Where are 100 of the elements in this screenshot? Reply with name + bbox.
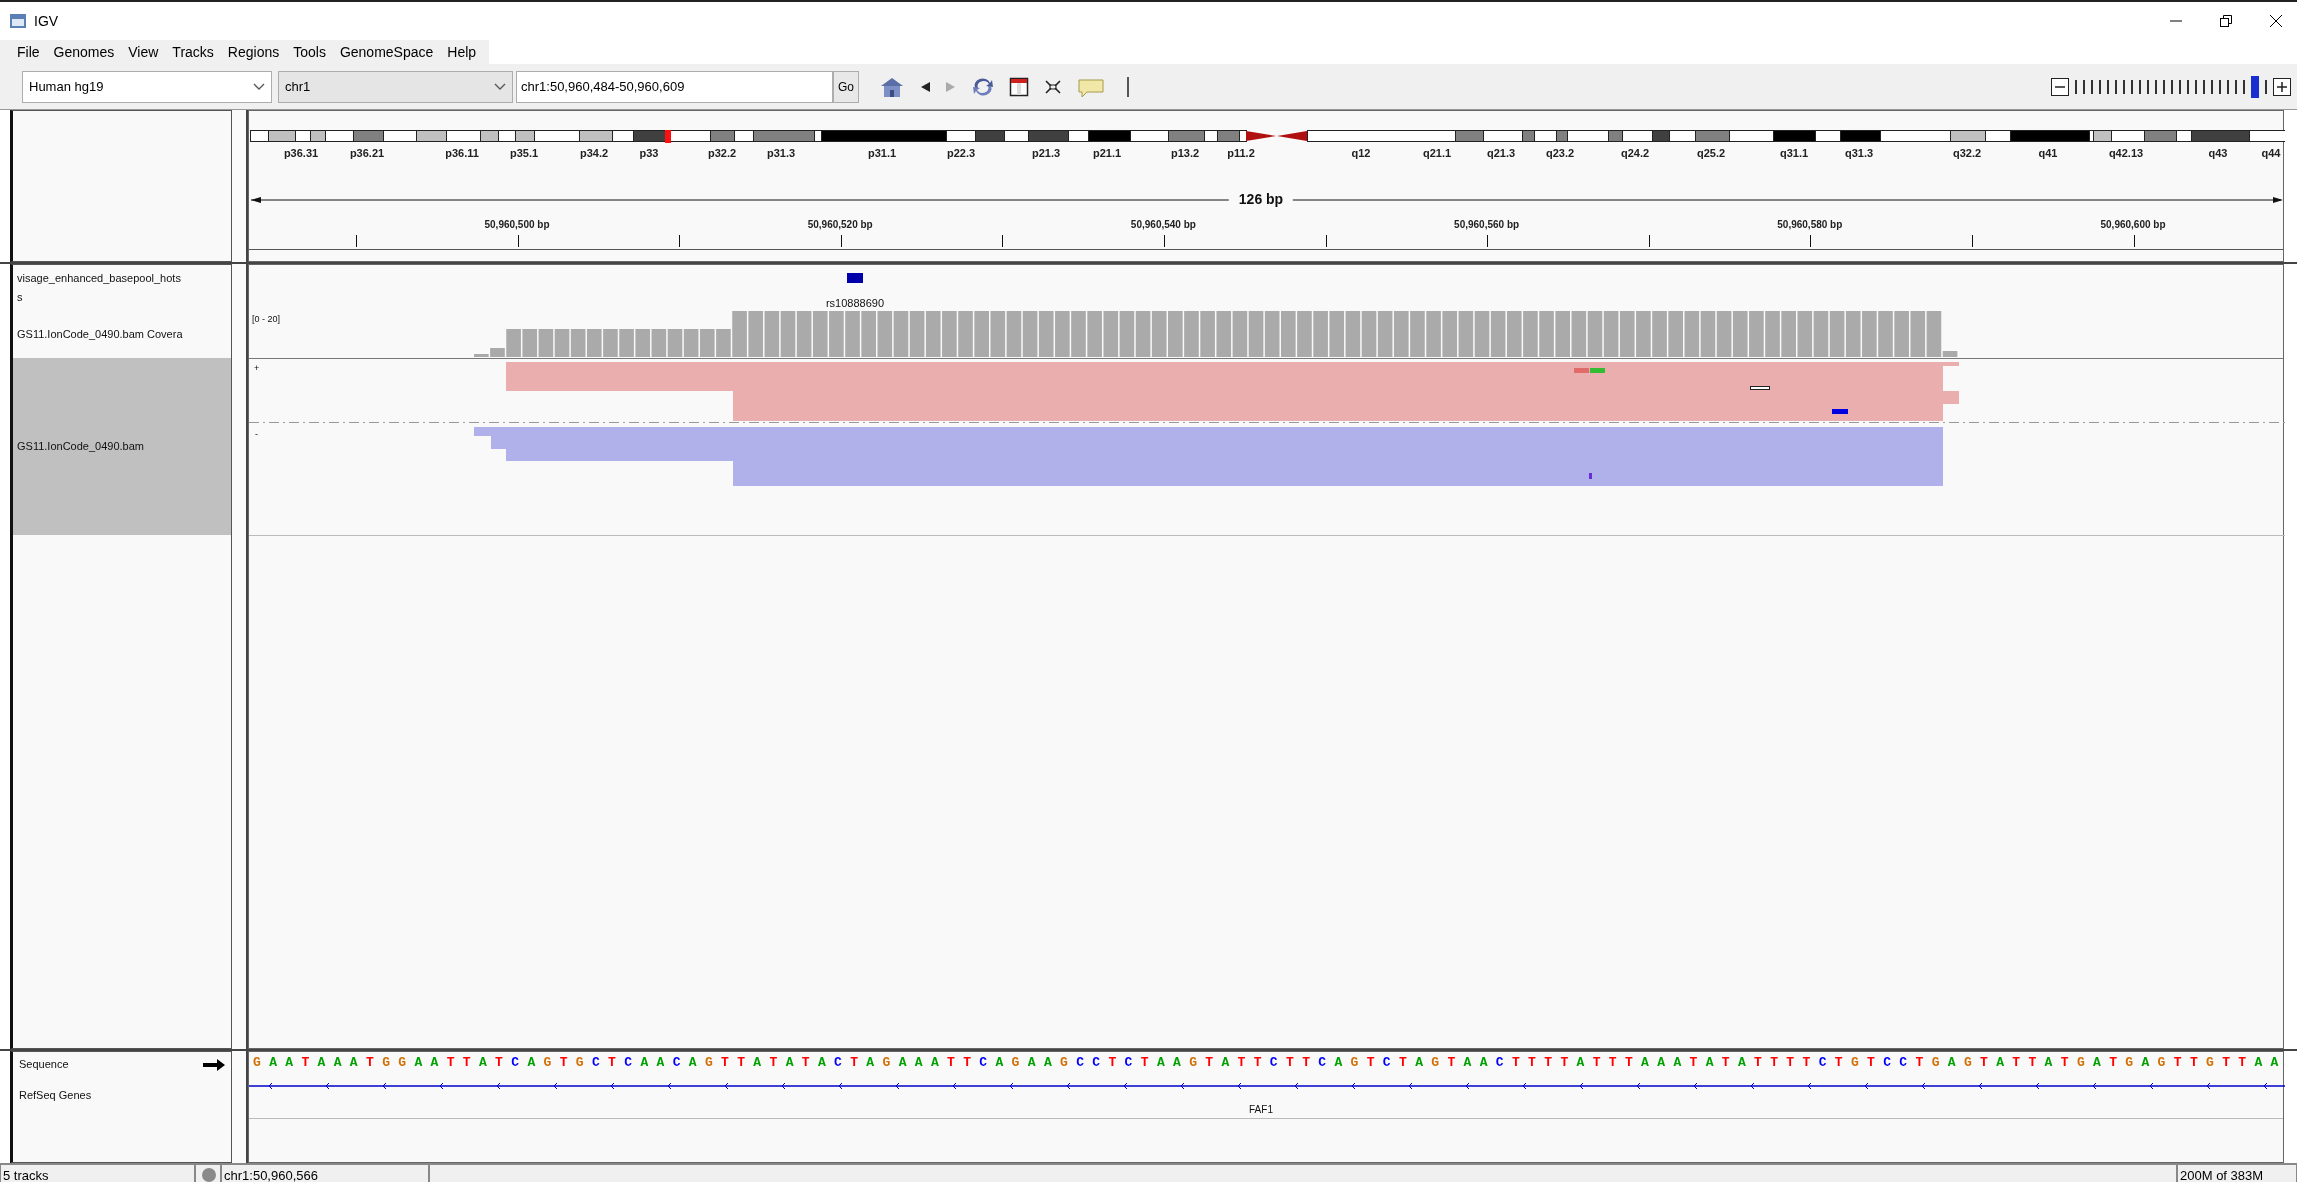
position-readout: chr1:50,960,566 (221, 1164, 429, 1182)
coverage-bar (1862, 311, 1877, 357)
menu-item[interactable]: GenomeSpace (332, 40, 441, 64)
strand-arrow-icon[interactable] (203, 1059, 225, 1071)
region-icon[interactable] (1009, 75, 1029, 98)
coverage-bar (845, 311, 860, 357)
coverage-bar (1377, 311, 1393, 357)
coverage-bar (877, 311, 893, 357)
track-name[interactable]: Sequence (19, 1058, 69, 1070)
track-name-cell[interactable]: GS11.IonCode_0490.bam Covera (13, 311, 231, 358)
band-label: p11.2 (1227, 147, 1255, 159)
menu-item[interactable]: Genomes (46, 40, 122, 64)
coverage-bar (1813, 311, 1829, 357)
coverage-bar (651, 329, 667, 357)
coverage-bar (522, 329, 538, 357)
coverage-bar (1732, 311, 1748, 357)
coverage-bar (1216, 311, 1232, 357)
track-name-cell[interactable]: GS11.IonCode_0490.bam (13, 358, 231, 535)
coverage-bar (1652, 311, 1667, 357)
coverage-bar (1781, 311, 1796, 357)
locus-field[interactable]: chr1:50,960,484-50,960,609 (516, 70, 833, 103)
refresh-icon[interactable] (971, 75, 995, 98)
coverage-bar (1587, 311, 1603, 357)
menu-item[interactable]: View (121, 40, 166, 64)
zoom-in-icon[interactable] (2273, 77, 2291, 96)
coverage-bar (1184, 311, 1199, 357)
restore-icon[interactable] (2219, 14, 2233, 28)
coverage-bar (1506, 311, 1522, 357)
window-title: IGV (34, 13, 59, 29)
menu-item[interactable]: File (10, 40, 47, 64)
track-count: 5 tracks (0, 1164, 195, 1182)
band-label: q31.3 (1844, 147, 1874, 159)
insertion-mark (1750, 386, 1770, 390)
track-name[interactable]: GS11.IonCode_0490.bam (17, 437, 231, 456)
band-label: p32.2 (707, 147, 737, 159)
band-label: p31.3 (766, 147, 796, 159)
menu-item[interactable]: Help (440, 40, 484, 64)
coverage-bar (1055, 311, 1070, 357)
coverage-bar (667, 329, 683, 357)
coverage-bar (1151, 311, 1167, 357)
coverage-bar (1071, 311, 1086, 357)
band-label: p36.31 (283, 147, 319, 159)
menu-item[interactable]: Tracks (165, 40, 221, 64)
memory-readout: 200M of 383M (2177, 1164, 2297, 1182)
menu-item[interactable]: Regions (220, 40, 287, 64)
ruler-tick-label: 50,960,540 bp (1130, 219, 1196, 230)
band-label: q43 (2208, 147, 2228, 159)
coverage-bar (1006, 311, 1022, 357)
track-name[interactable]: RefSeq Genes (19, 1089, 92, 1101)
coverage-bar (748, 311, 763, 357)
coverage-bar (1878, 311, 1893, 357)
band-label: q25.2 (1696, 147, 1726, 159)
zoom-out-icon[interactable] (2051, 77, 2069, 96)
chromosome-dropdown[interactable]: chr1 (278, 70, 513, 103)
band-label: p35.1 (509, 147, 539, 159)
coverage-bar (635, 329, 651, 357)
coverage-bar (1523, 311, 1538, 357)
coverage-bar (1426, 311, 1441, 357)
coverage-bar (603, 329, 618, 357)
gene-line[interactable] (249, 1082, 2285, 1090)
coverage-bar (1022, 311, 1038, 357)
home-icon[interactable] (879, 75, 905, 98)
track-name[interactable]: visage_enhanced_basepool_hots (17, 269, 231, 288)
coverage-bar (974, 311, 989, 357)
zoom-slider-thumb[interactable] (2251, 75, 2259, 98)
band-label: p31.1 (867, 147, 897, 159)
coverage-bar (554, 329, 570, 357)
coverage-bar (1200, 311, 1215, 357)
coverage-bar (1297, 311, 1312, 357)
go-button[interactable]: Go (833, 70, 859, 103)
coverage-bar (1119, 311, 1135, 357)
coverage-bar (942, 311, 957, 357)
coverage-bar (1410, 311, 1425, 357)
coverage-bar (925, 311, 941, 357)
coverage-bar (1135, 311, 1151, 357)
track-name[interactable]: s (17, 288, 231, 307)
track-name[interactable]: GS11.IonCode_0490.bam Covera (17, 325, 231, 344)
band-label: q31.1 (1779, 147, 1809, 159)
coverage-bar (1168, 311, 1183, 357)
coverage-bar (1038, 311, 1054, 357)
band-label: q42.13 (2108, 147, 2144, 159)
strand-label: - (255, 429, 258, 439)
coverage-bar (1619, 311, 1635, 357)
close-icon[interactable] (2269, 14, 2283, 28)
band-label: p21.1 (1092, 147, 1122, 159)
coverage-bar (538, 329, 554, 357)
coverage-bar (893, 311, 909, 357)
feature-label: rs10888690 (825, 297, 885, 309)
band-label: q44 (2261, 147, 2281, 159)
menu-item[interactable]: Tools (286, 40, 333, 64)
genome-dropdown[interactable]: Human hg19 (22, 70, 272, 103)
coverage-bar (1603, 311, 1619, 357)
span-label: 126 bp (1228, 191, 1294, 207)
band-label: q12 (1351, 147, 1371, 159)
band-label: q24.2 (1620, 147, 1650, 159)
track-name-cell[interactable]: visage_enhanced_basepool_hots s (13, 265, 231, 311)
band-label: p13.2 (1170, 147, 1200, 159)
coverage-bar (1797, 311, 1813, 357)
coverage-bar (829, 311, 844, 357)
coverage-bar (1684, 311, 1700, 357)
